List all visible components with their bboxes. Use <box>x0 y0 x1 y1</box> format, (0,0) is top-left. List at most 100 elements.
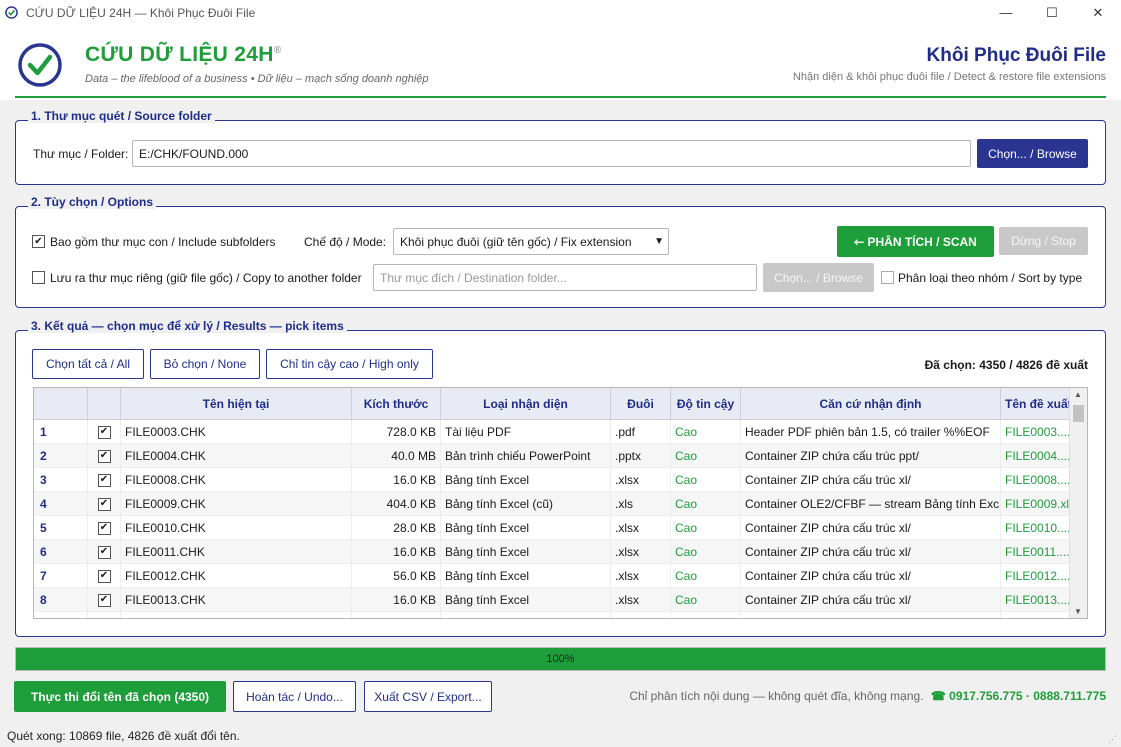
header-check <box>88 388 121 420</box>
row-checkbox[interactable]: ✔ <box>88 516 121 540</box>
minimize-button[interactable]: — <box>983 0 1029 25</box>
cell-size: 16.0 KB <box>352 468 441 492</box>
cell-confidence: Cao <box>671 468 741 492</box>
table-row[interactable]: 1 ✔ FILE0003.CHK 728.0 KB Tài liệu PDF .pdf Ca… <box>34 420 1070 444</box>
sort-by-type-label[interactable]: Phân loại theo nhóm / Sort by type <box>898 271 1082 285</box>
row-check-icon[interactable]: ✔ <box>97 425 111 439</box>
copy-to-folder-checkbox[interactable] <box>32 271 45 284</box>
row-check-icon[interactable]: ✔ <box>97 569 111 583</box>
cell-size: 404.0 KB <box>352 492 441 516</box>
stop-button[interactable]: Dừng / Stop <box>999 227 1088 255</box>
sort-by-type-checkbox[interactable] <box>881 271 894 284</box>
folder-label: Thư mục / Folder: <box>33 147 129 161</box>
cell-confidence: Cao <box>671 540 741 564</box>
row-check-icon[interactable]: ✔ <box>97 593 111 607</box>
browse-source-button[interactable]: Chọn... / Browse <box>977 139 1088 168</box>
high-only-button[interactable]: Chỉ tin cậy cao / High only <box>266 349 433 379</box>
source-group-label: 1. Thư mục quét / Source folder <box>28 109 215 123</box>
scroll-thumb[interactable] <box>1073 405 1084 422</box>
row-check-icon[interactable]: ✔ <box>97 497 111 511</box>
scroll-down-arrow[interactable]: ▼ <box>1074 607 1082 616</box>
window-titlebar: CỨU DỮ LIỆU 24H — Khôi Phục Đuôi File — … <box>0 0 1121 25</box>
cell-basis: Container ZIP chứa cấu trúc xl/ <box>741 468 1001 492</box>
col-header-type[interactable]: Loại nhận diện <box>441 388 611 420</box>
row-check-icon[interactable]: ✔ <box>97 545 111 559</box>
cell-type: Bảng tính Excel <box>441 588 611 612</box>
cell-ext: .pptx <box>611 444 671 468</box>
include-subfolders-checkbox[interactable]: ✔ <box>32 235 45 248</box>
select-none-button[interactable]: Bỏ chọn / None <box>150 349 260 379</box>
close-button[interactable]: ✕ <box>1075 0 1121 25</box>
status-text: Quét xong: 10869 file, 4826 đề xuất đổi … <box>7 729 240 743</box>
cell-name: FILE0004.CHK <box>121 444 352 468</box>
progress-bar: 100% <box>15 647 1106 671</box>
row-checkbox[interactable]: ✔ <box>88 540 121 564</box>
row-checkbox[interactable]: ✔ <box>88 444 121 468</box>
cell-name: FILE0003.CHK <box>121 420 352 444</box>
scan-button[interactable]: ⇽ PHÂN TÍCH / SCAN <box>837 226 994 257</box>
maximize-button[interactable]: ☐ <box>1029 0 1075 25</box>
cell-basis: Container ZIP chứa cấu trúc xl/ <box>741 588 1001 612</box>
row-number: 4 <box>34 492 88 516</box>
include-subfolders-label[interactable]: Bao gồm thư mục con / Include subfolders <box>50 235 276 249</box>
col-header-basis[interactable]: Căn cứ nhận định <box>741 388 1001 420</box>
row-checkbox[interactable]: ✔ <box>88 564 121 588</box>
row-checkbox[interactable]: ✔ <box>88 420 121 444</box>
cell-ext: .xlsx <box>611 540 671 564</box>
cell-ext: .xls <box>611 492 671 516</box>
mode-select[interactable]: Khôi phục đuôi (giữ tên gốc) / Fix exten… <box>393 228 669 255</box>
col-header-proposed[interactable]: Tên đề xuất <box>1001 388 1070 420</box>
cell-proposed: FILE0004.... <box>1001 444 1070 468</box>
cell-name: FILE0011.CHK <box>121 540 352 564</box>
row-checkbox[interactable]: ✔ <box>88 492 121 516</box>
col-header-ext[interactable]: Đuôi <box>611 388 671 420</box>
app-check-icon <box>5 6 18 19</box>
vertical-scrollbar[interactable]: ▲ ▼ <box>1069 388 1087 618</box>
cell-basis: Header PDF phiên bản 1.5, có trailer %%E… <box>741 420 1001 444</box>
cell-proposed: FILE0003.... <box>1001 420 1070 444</box>
row-checkbox[interactable]: ✔ <box>88 588 121 612</box>
table-row[interactable]: 6 ✔ FILE0011.CHK 16.0 KB Bảng tính Excel .xls… <box>34 540 1070 564</box>
cell-basis: Container ZIP chứa cấu trúc xl/ <box>741 540 1001 564</box>
results-table[interactable]: Tên hiện tại Kích thước Loại nhận diện Đ… <box>33 387 1088 619</box>
browse-destination-button[interactable]: Chọn... / Browse <box>763 263 874 292</box>
scroll-up-arrow[interactable]: ▲ <box>1074 390 1082 399</box>
folder-input[interactable]: E:/CHK/FOUND.000 <box>132 140 971 167</box>
registered-mark: ® <box>273 45 282 56</box>
cell-size: 16.0 KB <box>352 588 441 612</box>
export-csv-button[interactable]: Xuất CSV / Export... <box>364 681 492 712</box>
undo-button[interactable]: Hoàn tác / Undo... <box>233 681 356 712</box>
table-row[interactable]: 7 ✔ FILE0012.CHK 56.0 KB Bảng tính Excel .xls… <box>34 564 1070 588</box>
logo-check-icon <box>18 43 62 87</box>
cell-ext: .pdf <box>611 420 671 444</box>
table-row[interactable]: 5 ✔ FILE0010.CHK 28.0 KB Bảng tính Excel .xls… <box>34 516 1070 540</box>
table-row[interactable]: 3 ✔ FILE0008.CHK 16.0 KB Bảng tính Excel .xls… <box>34 468 1070 492</box>
table-row[interactable]: 8 ✔ FILE0013.CHK 16.0 KB Bảng tính Excel .xls… <box>34 588 1070 612</box>
cell-size <box>352 612 441 618</box>
progress-label: 100% <box>546 653 575 665</box>
copy-to-folder-label[interactable]: Lưu ra thư mục riêng (giữ file gốc) / Co… <box>50 271 362 285</box>
row-check-icon[interactable]: ✔ <box>97 473 111 487</box>
cell-proposed: FILE0012.... <box>1001 564 1070 588</box>
col-header-confidence[interactable]: Độ tin cậy <box>671 388 741 420</box>
table-row[interactable]: 2 ✔ FILE0004.CHK 40.0 MB Bản trình chiếu Pow… <box>34 444 1070 468</box>
app-header: CỨU DỮ LIỆU 24H® Data – the lifeblood of… <box>0 25 1121 100</box>
row-checkbox[interactable] <box>88 612 121 618</box>
mode-select-value: Khôi phục đuôi (giữ tên gốc) / Fix exten… <box>400 234 632 249</box>
destination-folder-input[interactable]: Thư mục đích / Destination folder... <box>373 264 757 291</box>
select-all-button[interactable]: Chọn tất cả / All <box>32 349 144 379</box>
execute-rename-button[interactable]: Thực thi đổi tên đã chọn (4350) <box>14 681 226 712</box>
row-check-icon[interactable]: ✔ <box>97 449 111 463</box>
row-check-icon[interactable]: ✔ <box>97 521 111 535</box>
table-row[interactable]: 4 ✔ FILE0009.CHK 404.0 KB Bảng tính Excel (c… <box>34 492 1070 516</box>
row-checkbox[interactable]: ✔ <box>88 468 121 492</box>
cell-type: Bảng tính Excel (cũ) <box>441 492 611 516</box>
resize-grip-icon: ⋰ <box>1108 734 1117 744</box>
page-title: Khôi Phục Đuôi File <box>926 45 1106 66</box>
col-header-size[interactable]: Kích thước <box>352 388 441 420</box>
col-header-name[interactable]: Tên hiện tại <box>121 388 352 420</box>
destination-placeholder: Thư mục đích / Destination folder... <box>380 270 567 285</box>
mode-label: Chế độ / Mode: <box>304 235 387 249</box>
header-corner <box>34 388 88 420</box>
table-row[interactable] <box>34 612 1070 618</box>
